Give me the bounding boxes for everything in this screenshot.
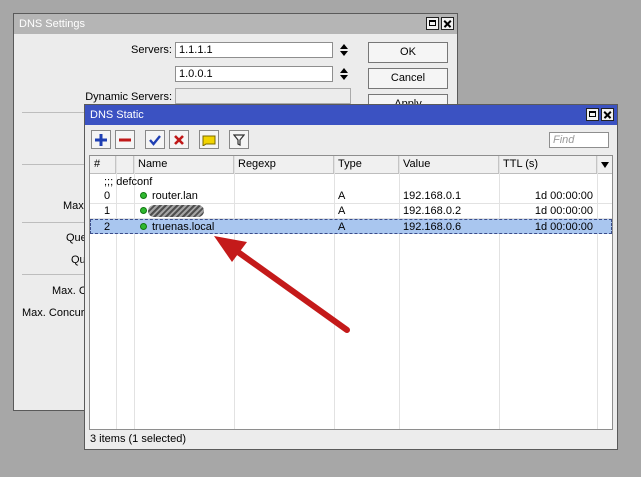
annotation-arrow-icon — [214, 236, 350, 333]
